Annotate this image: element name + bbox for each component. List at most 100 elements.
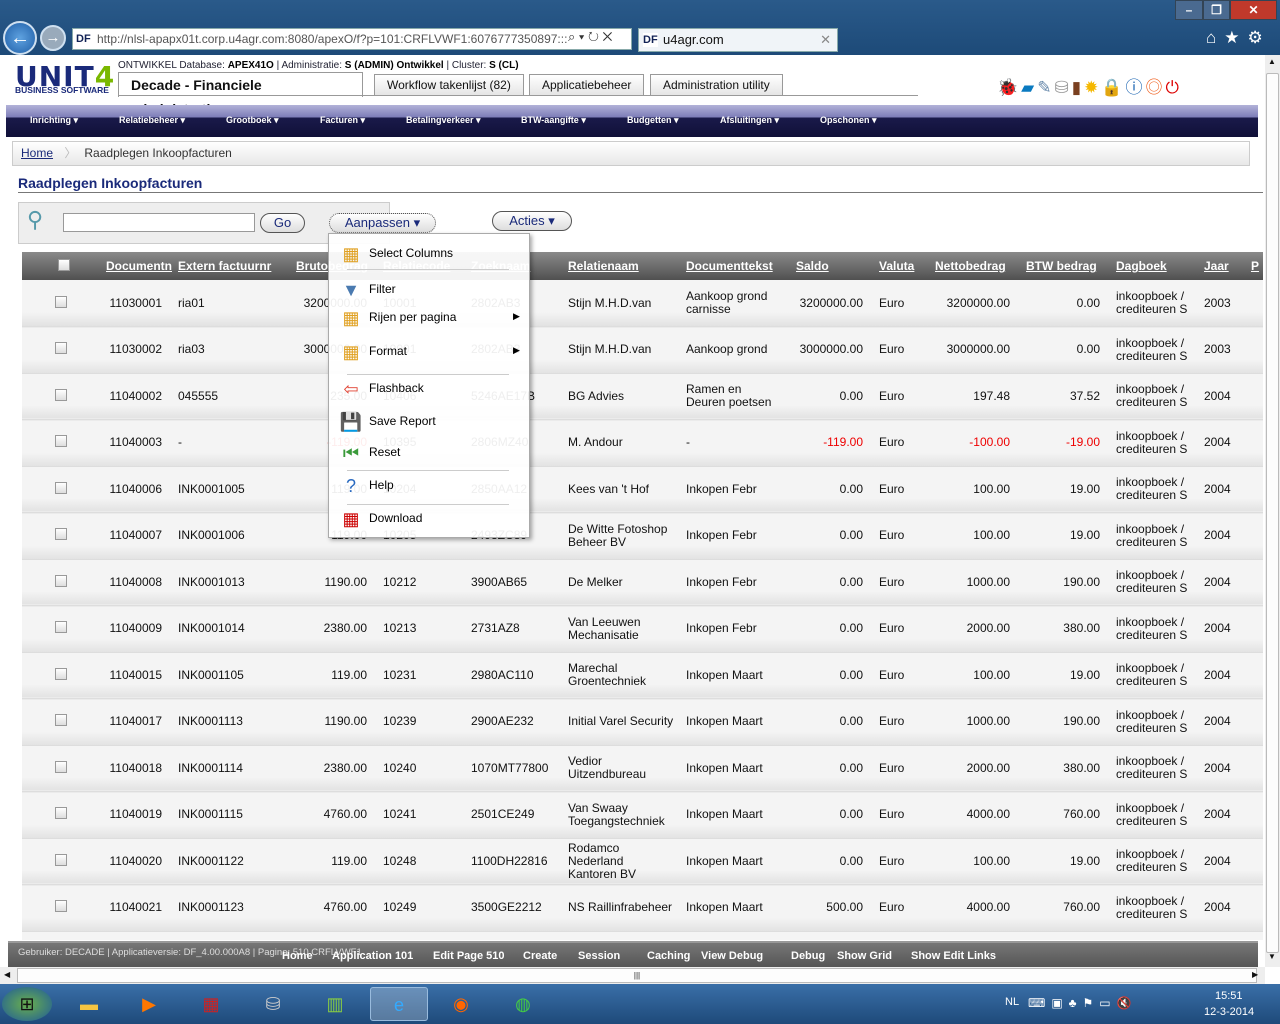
menu-item-help[interactable]: ? Help [337,474,394,498]
row-checkbox[interactable] [55,295,67,308]
vertical-scrollbar[interactable]: ▲ ▼ [1265,55,1280,967]
database-taskbar-icon[interactable]: ⛁ [244,987,302,1021]
row-checkbox[interactable] [55,900,67,913]
column-header[interactable]: Relatienaam [562,252,680,280]
column-header[interactable]: BTW bedrag [1020,252,1110,280]
footer-link-edit-page-510[interactable]: Edit Page 510 [433,950,505,962]
footer-link-application-101[interactable]: Application 101 [332,950,413,962]
tab-applicatiebeheer[interactable]: Applicatiebeheer [529,74,645,96]
menu-item-flashback[interactable]: ⇦ Flashback [337,377,423,401]
select-all-checkbox[interactable] [58,258,70,271]
firefox-taskbar-icon[interactable]: ◉ [432,987,490,1021]
horizontal-scrollbar[interactable]: ||| ◀ ▶ [0,967,1265,984]
nav-betalingverkeer[interactable]: Betalingverkeer [406,115,481,126]
close-tab-icon[interactable]: ✕ [820,29,831,51]
media-player-taskbar-icon[interactable]: ▶ [120,987,178,1021]
menu-item-rijen-per-pagina[interactable]: ▦ Rijen per pagina ▶ [337,306,519,330]
tab-decade[interactable]: Decade - Financiele administratie ▼ [118,72,363,117]
info-icon[interactable]: ⓘ [1126,78,1146,97]
footer-link-show-grid[interactable]: Show Grid [837,950,892,962]
column-header[interactable]: Saldo [790,252,873,280]
row-checkbox[interactable] [55,807,67,820]
menu-item-save-report[interactable]: 💾 Save Report [337,410,436,434]
row-checkbox[interactable] [55,528,67,541]
column-header[interactable]: Nettobedrag [929,252,1020,280]
bug-icon[interactable]: 🐞 [997,78,1021,97]
row-checkbox[interactable] [55,481,67,494]
folder-icon[interactable]: ▰ [1021,78,1037,97]
restore-button[interactable]: ❐ [1203,0,1230,20]
column-header[interactable]: Valuta [873,252,929,280]
footer-link-caching[interactable]: Caching [647,950,690,962]
row-checkbox[interactable] [55,667,67,680]
aanpassen-button[interactable]: Aanpassen ▾ [329,213,436,233]
column-header[interactable]: Extern factuurnr [172,252,290,280]
nav-relatiebeheer[interactable]: Relatiebeheer [119,115,185,126]
chrome-taskbar-icon[interactable]: ◍ [494,987,552,1021]
row-checkbox[interactable] [55,435,67,448]
chart-taskbar-icon[interactable]: ▥ [306,987,364,1021]
ie-taskbar-icon[interactable]: e [370,987,428,1021]
nav-grootboek[interactable]: Grootboek [226,115,279,126]
breadcrumb-home[interactable]: Home [21,146,53,160]
row-checkbox[interactable] [55,342,67,355]
minimize-button[interactable]: – [1175,0,1203,20]
row-checkbox[interactable] [55,574,67,587]
row-checkbox[interactable] [55,621,67,634]
column-header[interactable]: Documentnr [100,252,172,280]
toolbar-icons[interactable]: 🐞▰✎⛁▮✹🔒ⓘ◎⏻ [997,73,1182,98]
tray-icons[interactable]: ⌨▣♣⚑▭🔇 [1028,996,1138,1010]
lifebuoy-icon[interactable]: ◎ [1146,78,1166,97]
search-refresh-stop-icons[interactable]: ⌕ ▾ ↻ ✕ [568,29,613,45]
footer-link-create[interactable]: Create [523,950,557,962]
lock-icon[interactable]: 🔒 [1101,78,1125,97]
clock-time[interactable]: 15:51 [1215,990,1243,1002]
menu-item-filter[interactable]: ▼ Filter [337,278,396,302]
start-button[interactable]: ⊞ [2,987,52,1021]
acties-button[interactable]: Acties ▾ [492,211,572,231]
js-icon[interactable]: ▮ [1072,78,1084,97]
clock-date[interactable]: 12-3-2014 [1204,1006,1254,1018]
search-input[interactable] [63,213,255,232]
home-favorites-settings-icons[interactable]: ⌂★⚙ [1206,28,1271,48]
calculator-taskbar-icon[interactable]: ▦ [182,987,240,1021]
forward-button[interactable]: → [40,25,66,51]
close-window-button[interactable]: ✕ [1230,0,1277,20]
nav-inrichting[interactable]: Inrichting [30,115,78,126]
menu-item-format[interactable]: ▦ Format ▶ [337,340,519,364]
row-checkbox[interactable] [55,388,67,401]
sun-icon[interactable]: ✹ [1084,78,1101,97]
nav-facturen[interactable]: Facturen [320,115,365,126]
browser-tab[interactable]: DF u4agr.com ✕ [638,28,838,52]
tab-workflow[interactable]: Workflow takenlijst (82) [374,74,524,96]
menu-item-reset[interactable]: ⏮ Reset [337,441,400,465]
back-button[interactable]: ← [3,21,37,55]
database-icon[interactable]: ⛁ [1055,78,1072,97]
power-icon[interactable]: ⏻ [1166,78,1182,97]
column-header[interactable]: Jaar [1198,252,1245,280]
nav-btw-aangifte[interactable]: BTW-aangifte [521,115,586,126]
tab-administration-utility[interactable]: Administration utility [650,74,783,96]
footer-link-session[interactable]: Session [578,950,620,962]
edit-icon[interactable]: ✎ [1037,78,1054,97]
footer-link-debug[interactable]: Debug [791,950,825,962]
nav-afsluitingen[interactable]: Afsluitingen [720,115,779,126]
column-header[interactable]: Documenttekst [680,252,790,280]
row-checkbox[interactable] [55,760,67,773]
explorer-taskbar-icon[interactable]: ▬ [60,987,118,1021]
row-checkbox[interactable] [55,714,67,727]
address-bar[interactable]: DF http://nlsl-apapx01t.corp.u4agr.com:80… [72,28,632,50]
column-header[interactable]: P [1245,252,1263,280]
footer-link-home[interactable]: Home [282,950,313,962]
search-icon[interactable]: ⚲ [27,207,43,233]
language-indicator[interactable]: NL [1005,996,1019,1008]
nav-opschonen[interactable]: Opschonen [820,115,877,126]
row-checkbox[interactable] [55,853,67,866]
column-header[interactable]: Dagboek [1110,252,1198,280]
footer-link-show-edit-links[interactable]: Show Edit Links [911,950,996,962]
nav-budgetten[interactable]: Budgetten [627,115,679,126]
go-button[interactable]: Go [260,213,305,233]
footer-link-view-debug[interactable]: View Debug [701,950,763,962]
menu-item-download[interactable]: ▦ Download [337,507,422,531]
menu-item-select-columns[interactable]: ▦ Select Columns [337,242,453,266]
